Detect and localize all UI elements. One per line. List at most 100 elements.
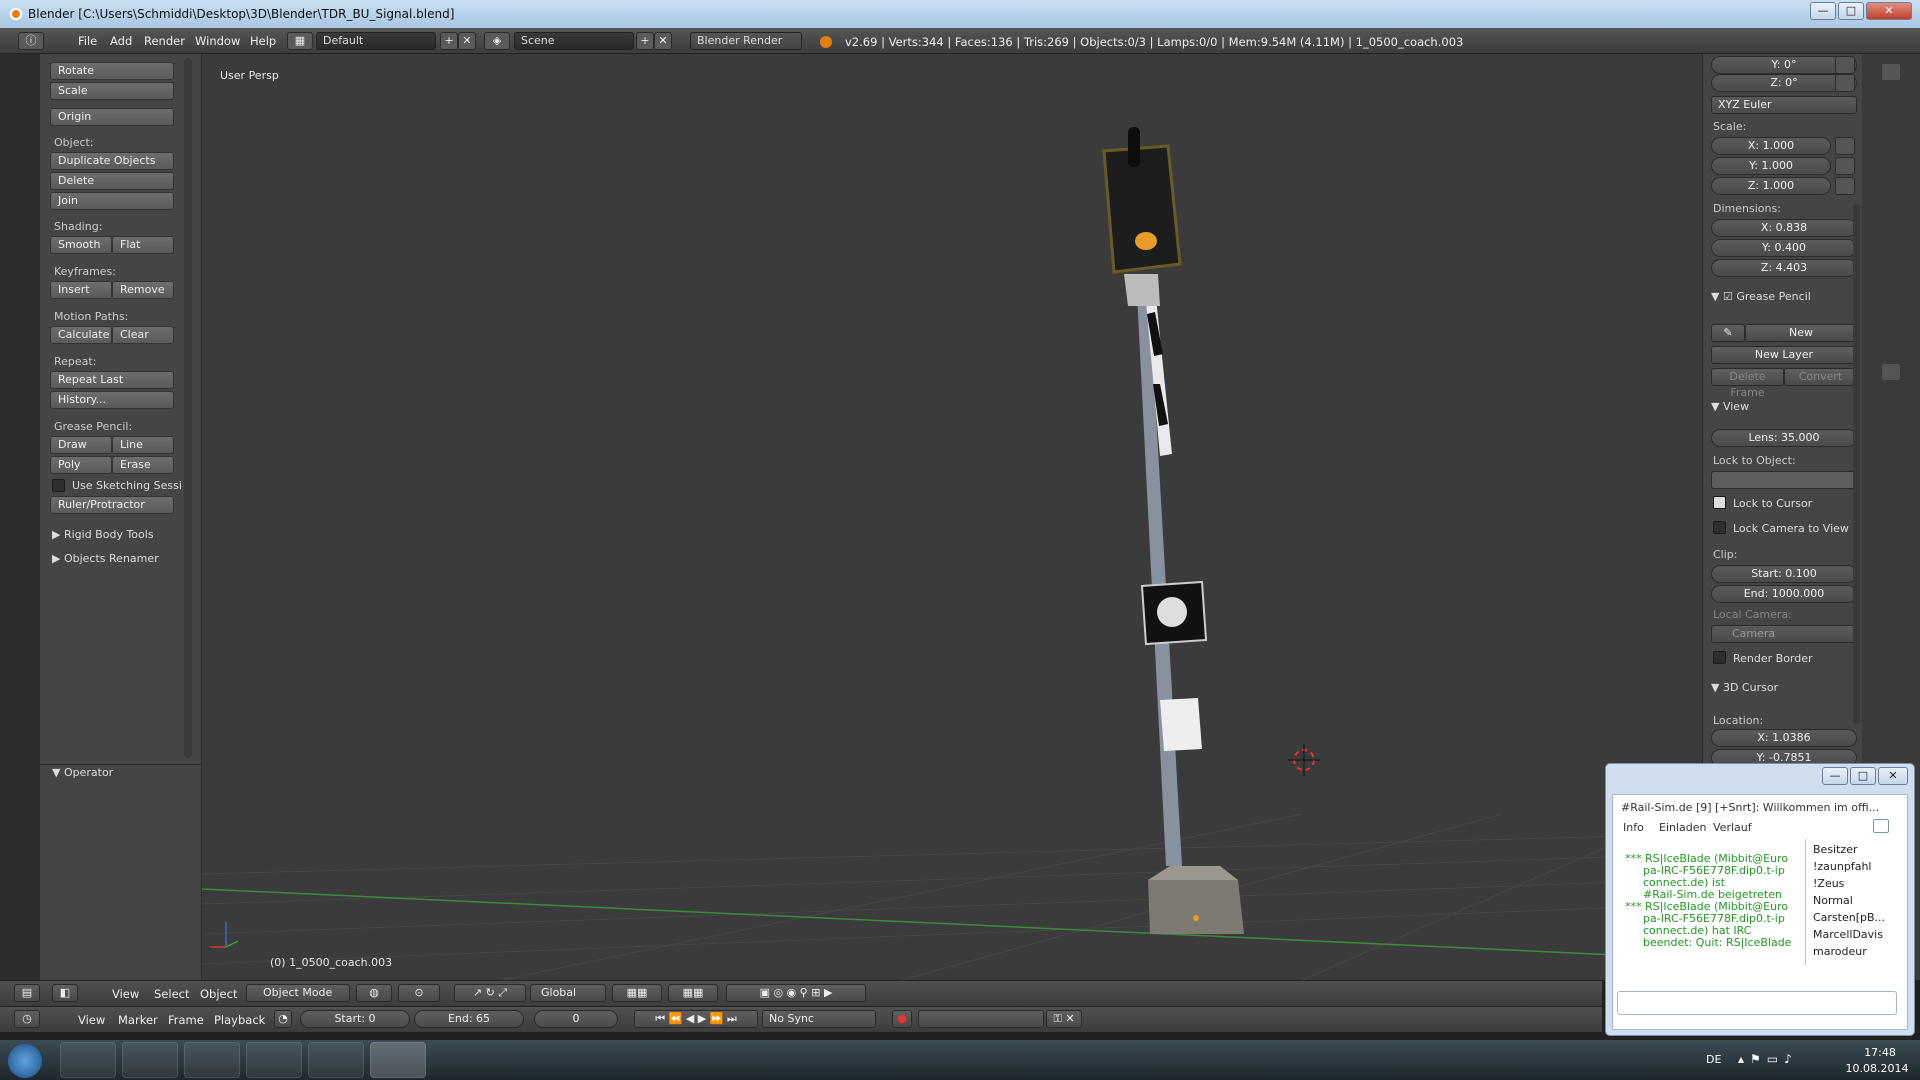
tab-info[interactable]: Info	[1623, 821, 1644, 834]
ruler-protractor-button[interactable]: Ruler/Protractor	[50, 496, 174, 514]
properties-icon[interactable]	[1882, 64, 1900, 80]
explorer-icon[interactable]	[246, 1042, 302, 1078]
shading-icon[interactable]: ◍	[356, 984, 392, 1002]
menu-render[interactable]: Render	[144, 34, 185, 48]
lock-icon[interactable]	[1835, 137, 1855, 155]
pencil-icon[interactable]: ✎	[1711, 324, 1745, 342]
editor-type-icon[interactable]: ▤	[14, 984, 40, 1002]
clock-date[interactable]: 10.08.2014	[1842, 1062, 1912, 1075]
draw-button[interactable]: Draw	[50, 436, 112, 454]
menu-select[interactable]: Select	[154, 987, 189, 1001]
scene-icon[interactable]: ◈	[484, 32, 510, 50]
rigid-body-tools-panel[interactable]: ▶ Rigid Body Tools	[52, 528, 154, 541]
camera-icon[interactable]	[1882, 364, 1900, 380]
scale-y-field[interactable]: Y: 1.000	[1711, 157, 1831, 175]
menu-view[interactable]: View	[78, 1013, 105, 1027]
add-layout-button[interactable]: +	[440, 32, 458, 50]
layers-icon[interactable]: ▦▦	[668, 984, 718, 1002]
duplicate-objects-button[interactable]: Duplicate Objects	[50, 152, 174, 170]
repeat-last-button[interactable]: Repeat Last	[50, 371, 174, 389]
operator-panel[interactable]: ▼ Operator	[52, 766, 113, 779]
scale-button[interactable]: Scale	[50, 82, 174, 100]
lens-field[interactable]: Lens: 35.000	[1711, 429, 1857, 447]
origin-button[interactable]: Origin	[50, 108, 174, 126]
menu-file[interactable]: File	[78, 34, 97, 48]
start-button[interactable]	[8, 1044, 42, 1078]
menu-object[interactable]: Object	[200, 987, 237, 1001]
poly-button[interactable]: Poly	[50, 456, 112, 474]
scale-x-field[interactable]: X: 1.000	[1711, 137, 1831, 155]
menu-marker[interactable]: Marker	[118, 1013, 158, 1027]
clip-start-field[interactable]: Start: 0.100	[1711, 565, 1857, 583]
lock-icon[interactable]	[1835, 177, 1855, 195]
line-button[interactable]: Line	[112, 436, 174, 454]
dimension-y-field[interactable]: Y: 0.400	[1711, 239, 1857, 257]
delete-frame-button[interactable]: Delete Frame	[1711, 368, 1784, 399]
preview-range-icon[interactable]: ◔	[274, 1010, 292, 1028]
erase-button[interactable]: Erase	[112, 456, 174, 474]
orientation-select[interactable]: Global	[530, 984, 606, 1002]
delete-button[interactable]: Delete	[50, 172, 174, 190]
tool-shelf-scrollbar[interactable]	[184, 58, 192, 758]
view-type-icon[interactable]: ◧	[52, 984, 78, 1002]
blender-taskbar-icon[interactable]	[370, 1042, 426, 1078]
app-icon[interactable]	[122, 1042, 178, 1078]
rotation-mode-select[interactable]: XYZ Euler	[1711, 96, 1857, 114]
layout-field[interactable]: Default	[316, 32, 436, 50]
nick-item[interactable]: !Zeus	[1813, 877, 1844, 890]
chat-maximize-button[interactable]: □	[1850, 767, 1876, 785]
sync-select[interactable]: No Sync	[762, 1010, 876, 1028]
tab-verlauf[interactable]: Verlauf	[1713, 821, 1752, 834]
camera-field[interactable]: Camera	[1711, 625, 1857, 643]
view-panel[interactable]: ▼ View	[1711, 400, 1749, 413]
checkbox-checked-icon[interactable]: ☑	[1723, 290, 1736, 303]
properties-scrollbar[interactable]	[1853, 204, 1860, 724]
clock-icon[interactable]: ◷	[14, 1010, 40, 1028]
menu-add[interactable]: Add	[110, 34, 132, 48]
snap-icon[interactable]: ▣ ◎ ◉ ⚲ ⊞ ▶	[726, 984, 866, 1002]
remove-scene-button[interactable]: ✕	[654, 32, 672, 50]
menu-frame[interactable]: Frame	[168, 1013, 204, 1027]
screen-layout-icon[interactable]: ▦	[287, 32, 313, 50]
menu-window[interactable]: Window	[195, 34, 240, 48]
editor-type-icon[interactable]: ⓘ	[18, 32, 44, 50]
nick-item[interactable]: !zaunpfahl	[1813, 860, 1872, 873]
history-button[interactable]: History...	[50, 391, 174, 409]
firefox-icon[interactable]	[184, 1042, 240, 1078]
clear-button[interactable]: Clear	[112, 326, 174, 344]
irc-chat-window[interactable]: — □ ✕ #Rail-Sim.de [9] [+Snrt]: Willkomm…	[1605, 763, 1915, 1036]
3d-viewport[interactable]: User Persp (0) 1_0500_coach.003	[202, 54, 1702, 980]
record-icon[interactable]: ●	[892, 1010, 912, 1028]
skype-icon[interactable]	[60, 1042, 116, 1078]
tab-einladen[interactable]: Einladen	[1659, 821, 1707, 834]
calculate-button[interactable]: Calculate	[50, 326, 112, 344]
chat-input[interactable]	[1617, 991, 1897, 1015]
playback-controls-icon[interactable]: ⏮ ⏪ ◀ ▶ ⏩ ⏭	[634, 1010, 758, 1028]
minimize-button[interactable]: —	[1810, 2, 1836, 20]
lock-icon[interactable]	[1835, 74, 1855, 92]
lock-camera-checkbox[interactable]	[1713, 521, 1726, 534]
language-indicator[interactable]: DE	[1706, 1053, 1721, 1066]
mode-select[interactable]: Object Mode	[246, 984, 350, 1002]
sketching-checkbox[interactable]	[52, 479, 65, 492]
nick-item[interactable]: marodeur	[1813, 945, 1867, 958]
convert-button[interactable]: Convert	[1784, 368, 1857, 386]
chat-close-button[interactable]: ✕	[1878, 767, 1908, 785]
new-gp-button[interactable]: New	[1745, 324, 1857, 342]
add-scene-button[interactable]: +	[636, 32, 654, 50]
grease-pencil-panel[interactable]: ▼ ☑ Grease Pencil	[1711, 290, 1811, 303]
clock-time[interactable]: 17:48	[1852, 1046, 1908, 1059]
rotate-button[interactable]: Rotate	[50, 62, 174, 80]
flat-button[interactable]: Flat	[112, 236, 174, 254]
nick-item[interactable]: Carsten[pB...	[1813, 911, 1885, 924]
dimension-z-field[interactable]: Z: 4.403	[1711, 259, 1857, 277]
current-frame-field[interactable]: 0	[534, 1010, 618, 1028]
objects-renamer-panel[interactable]: ▶ Objects Renamer	[52, 552, 159, 565]
menu-view[interactable]: View	[112, 987, 139, 1001]
gimp-icon[interactable]	[308, 1042, 364, 1078]
new-layer-button[interactable]: New Layer	[1711, 346, 1857, 364]
cursor-x-field[interactable]: X: 1.0386	[1711, 729, 1857, 747]
clip-end-field[interactable]: End: 1000.000	[1711, 585, 1857, 603]
chat-minimize-button[interactable]: —	[1822, 767, 1848, 785]
keying-set-field[interactable]	[918, 1010, 1044, 1028]
